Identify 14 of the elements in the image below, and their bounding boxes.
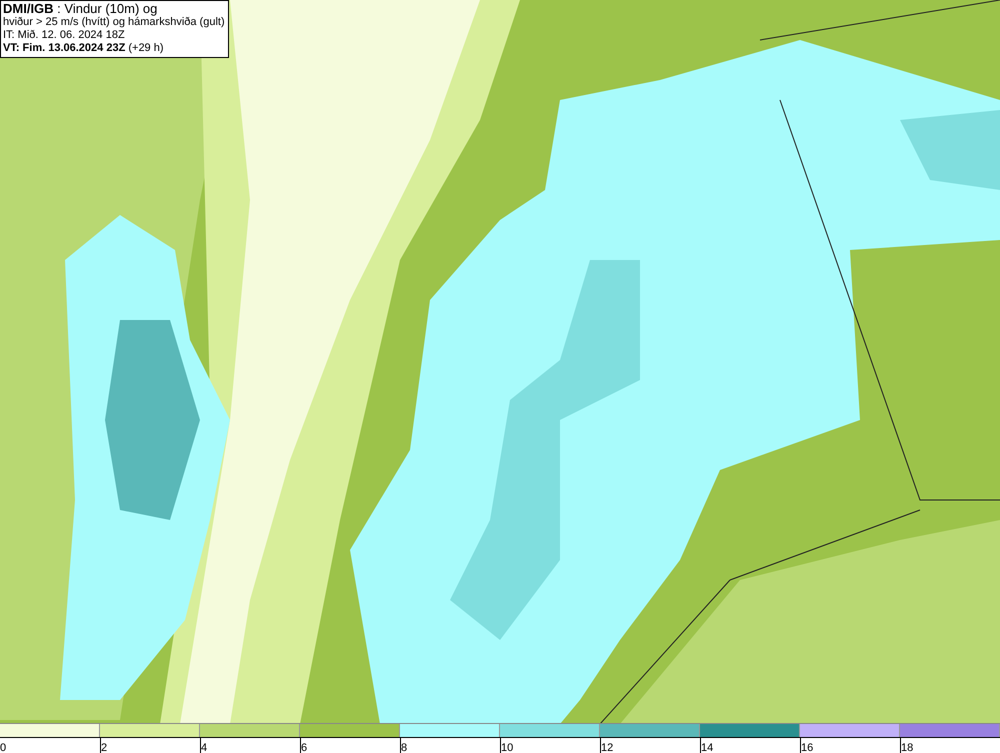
legend-label: 12 (601, 742, 614, 753)
title-line: DMI/IGB : Vindur (10m) og (3, 2, 158, 16)
legend-label: 4 (201, 742, 208, 753)
title-line: IT: Mið. 12. 06. 2024 18Z (3, 29, 126, 42)
legend-label: 2 (101, 742, 108, 753)
legend-label: 14 (701, 742, 714, 753)
legend-label: 8 (401, 742, 408, 753)
legend-label: 18 (901, 742, 914, 753)
title-line: VT: Fim. 13.06.2024 23Z (+29 h) (3, 42, 165, 55)
title-line: hviður > 25 m/s (hvítt) og hámarkshviða (gult) (3, 16, 225, 29)
legend-label: 6 (301, 742, 308, 753)
legend-label: 10 (501, 742, 514, 753)
legend-label: 0 (0, 742, 6, 753)
legend-label: 16 (801, 742, 814, 753)
